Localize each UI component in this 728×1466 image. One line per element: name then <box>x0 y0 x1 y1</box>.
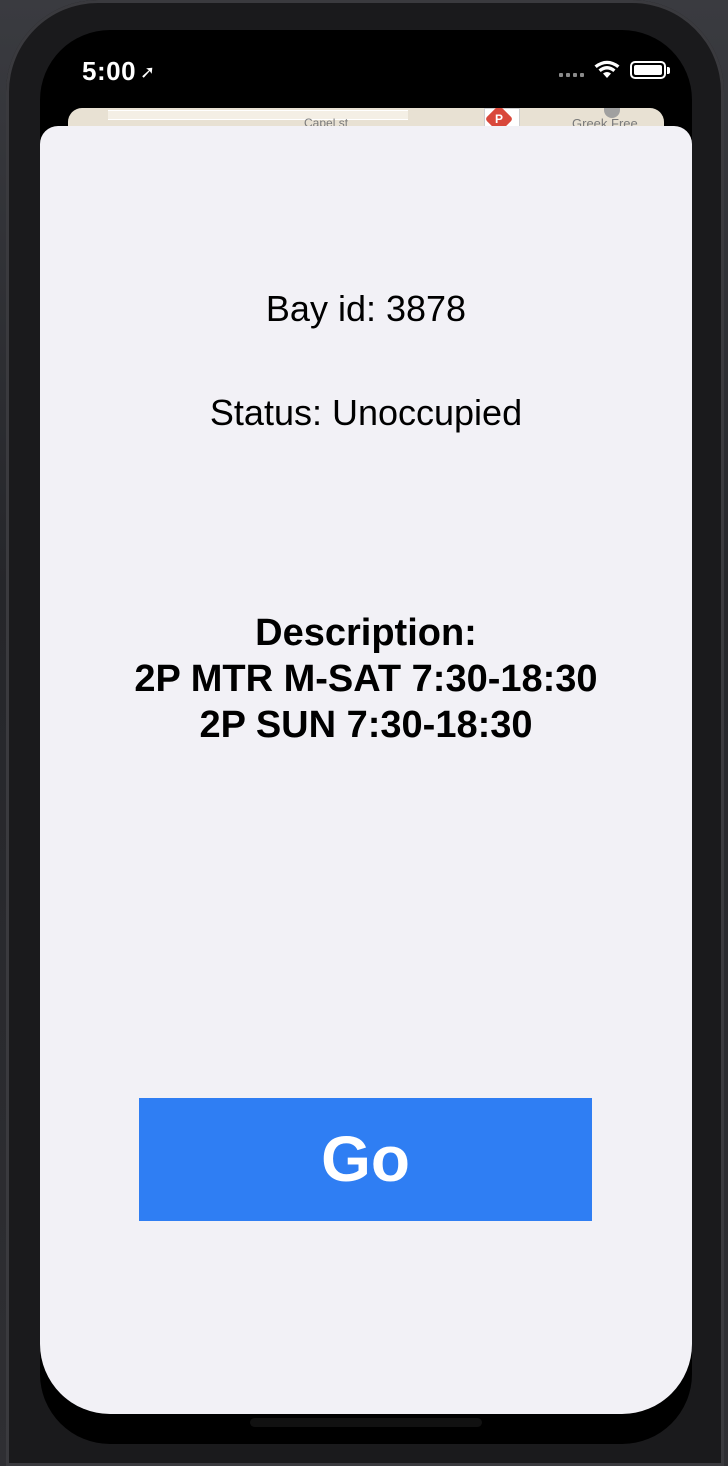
wifi-icon <box>594 60 620 80</box>
battery-icon <box>630 61 670 79</box>
map-road <box>108 110 408 120</box>
go-button[interactable]: Go <box>139 1098 592 1221</box>
status-label: Status: Unoccupied <box>209 392 523 433</box>
time-text: 5:00 <box>82 56 137 86</box>
status-indicators <box>559 60 670 80</box>
signal-icon <box>559 63 584 77</box>
bay-id-label: Bay id: 3878 <box>265 288 467 329</box>
bay-detail-sheet: Bay id: 3878 Status: Unoccupied Descript… <box>40 126 692 1427</box>
location-arrow-icon: ➚ <box>140 62 156 82</box>
description-line: 2P MTR M-SAT 7:30-18:30 <box>134 658 598 700</box>
status-time: 5:00 ➚ <box>82 56 156 87</box>
home-indicator[interactable] <box>250 1418 482 1427</box>
notch <box>186 30 548 86</box>
description-line: 2P SUN 7:30-18:30 <box>199 704 533 746</box>
description-heading: Description: <box>255 612 477 654</box>
description-block: Description: 2P MTR M-SAT 7:30-18:30 2P … <box>40 610 692 748</box>
